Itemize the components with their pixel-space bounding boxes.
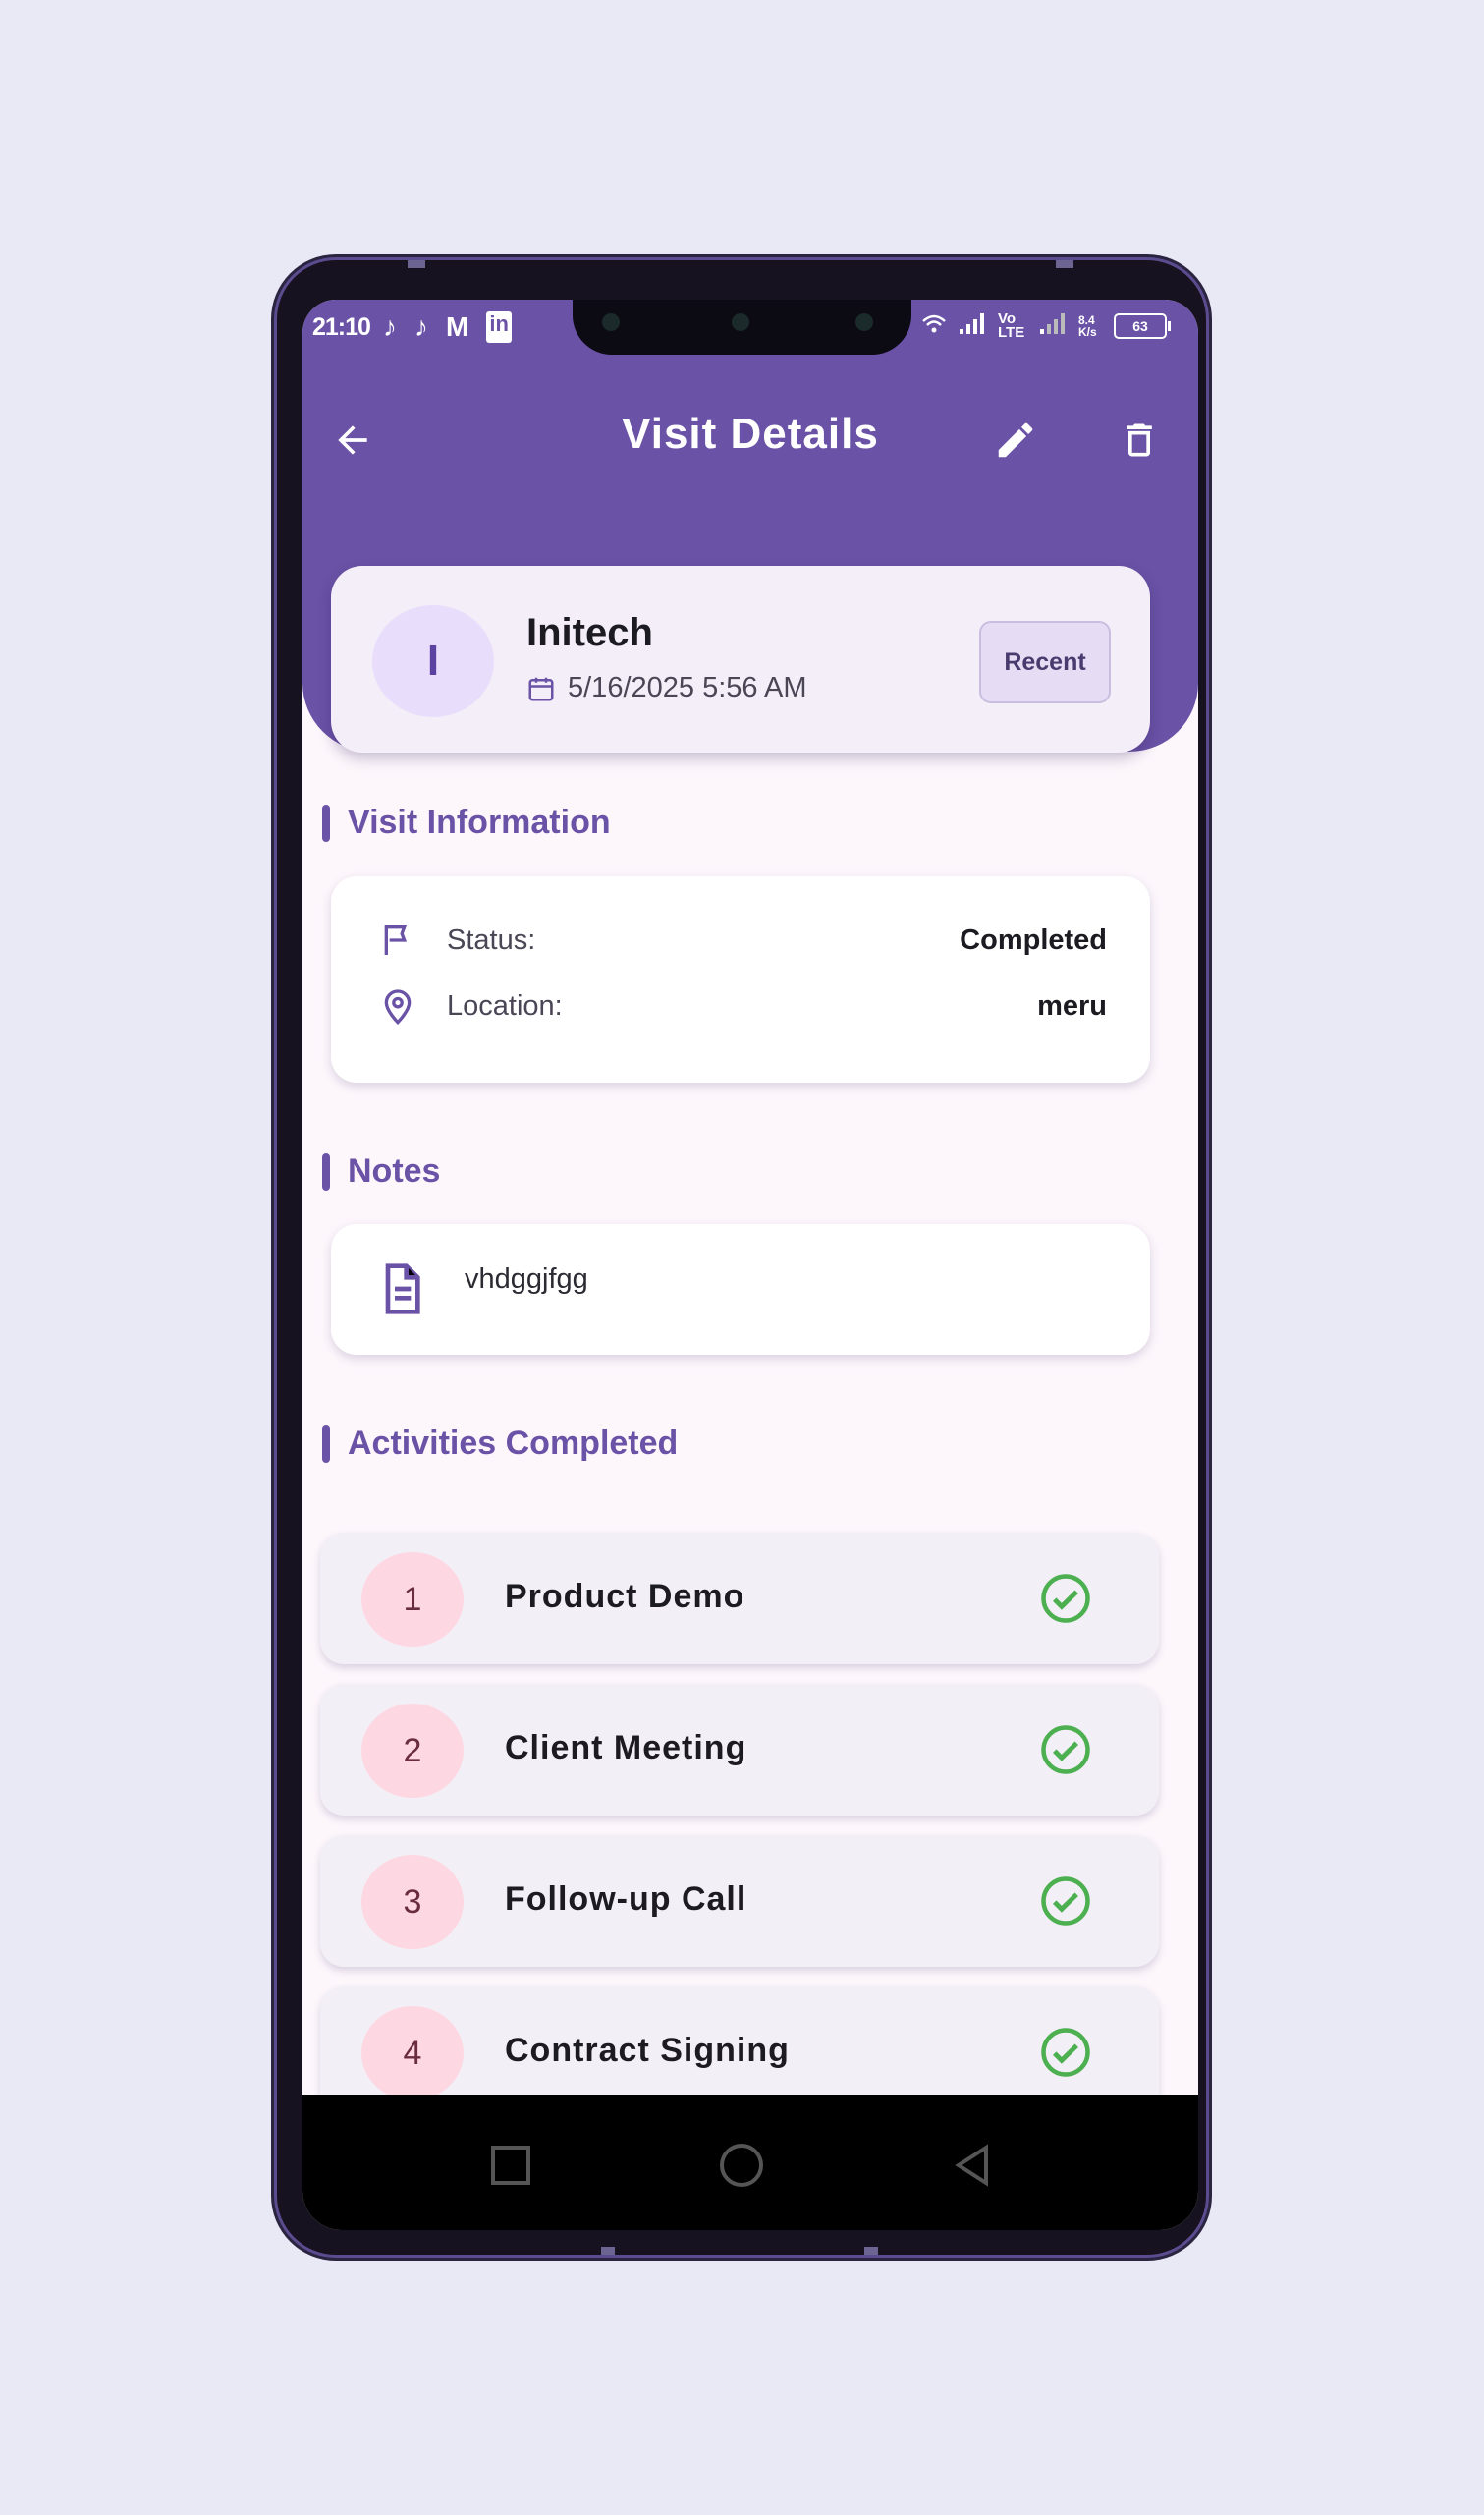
trash-icon [1127, 423, 1152, 457]
section-notes: Notes [322, 1152, 440, 1191]
visit-date-text: 5/16/2025 5:56 AM [568, 672, 807, 703]
activity-number: 2 [361, 1704, 464, 1798]
activity-number: 4 [361, 2006, 464, 2100]
location-value: meru [1037, 989, 1107, 1022]
activity-number: 1 [361, 1552, 464, 1647]
page-title: Visit Details [622, 410, 879, 458]
section-accent-bar [322, 1152, 330, 1191]
gmail-icon: M [446, 311, 469, 342]
delete-button[interactable] [1112, 413, 1167, 468]
phone-button [601, 2247, 615, 2255]
activity-label: Product Demo [505, 1578, 745, 1615]
battery-icon: 63 [1114, 313, 1171, 339]
section-title-text: Activities Completed [348, 1425, 679, 1462]
status-value: Completed [960, 923, 1107, 956]
circle-icon[interactable] [718, 2142, 765, 2189]
phone-button [408, 260, 425, 268]
triangle-back-icon[interactable] [949, 2142, 996, 2189]
check-circle-icon [1041, 1574, 1090, 1623]
location-pin-icon [384, 989, 412, 1026]
section-title-text: Visit Information [348, 804, 611, 841]
linkedin-icon: in [486, 311, 512, 343]
status-row: Status: Completed [378, 916, 1107, 965]
visit-info-card: Status: Completed Location: meru [331, 876, 1150, 1083]
visit-date: 5/16/2025 5:56 AM [526, 672, 806, 704]
section-accent-bar [322, 1425, 330, 1463]
system-navigation-bar [302, 2095, 1198, 2230]
section-activities: Activities Completed [322, 1425, 678, 1463]
wifi-icon [921, 311, 947, 341]
avatar: I [372, 605, 494, 717]
camera-icon [732, 313, 749, 331]
tiktok-icon: ♪ [383, 311, 397, 342]
activity-item[interactable]: 1 Product Demo [320, 1533, 1159, 1664]
sensor-icon [855, 313, 873, 331]
app-screen: 21:10 ♪ ♪ M in Vo LTE 8.4 K/s 63 Visit D… [302, 300, 1198, 2230]
flag-icon [384, 925, 408, 955]
tiktok-icon: ♪ [414, 311, 428, 342]
location-label: Location: [447, 989, 563, 1022]
app-bar: Visit Details [302, 388, 1198, 486]
check-circle-icon [1041, 2028, 1090, 2077]
phone-button [1056, 260, 1073, 268]
square-icon[interactable] [487, 2142, 534, 2189]
notes-text: vhdggjfgg [465, 1263, 588, 1295]
activity-label: Client Meeting [505, 1729, 747, 1766]
company-name: Initech [526, 611, 653, 654]
volte-icon: Vo LTE [998, 310, 1025, 341]
check-circle-icon [1041, 1876, 1090, 1926]
phone-button [864, 2247, 878, 2255]
section-title-text: Notes [348, 1152, 441, 1190]
location-row: Location: meru [378, 981, 1107, 1031]
sensor-icon [602, 313, 620, 331]
status-time: 21:10 [312, 313, 371, 341]
notes-card: vhdggjfgg [331, 1224, 1150, 1355]
activity-number: 3 [361, 1855, 464, 1949]
activity-item[interactable]: 2 Client Meeting [320, 1684, 1159, 1816]
edit-button[interactable] [988, 413, 1043, 468]
calendar-icon [528, 677, 554, 700]
data-speed-icon: 8.4 K/s [1078, 313, 1097, 339]
document-icon [385, 1263, 420, 1314]
pencil-icon [998, 422, 1033, 458]
status-label: Status: [447, 923, 536, 956]
company-card[interactable]: I Initech 5/16/2025 5:56 AM Recent [331, 566, 1150, 753]
check-circle-icon [1041, 1725, 1090, 1774]
status-badge: Recent [979, 621, 1111, 703]
signal-icon [1039, 311, 1067, 341]
activity-label: Contract Signing [505, 2032, 790, 2069]
section-visit-information: Visit Information [322, 804, 611, 842]
activity-label: Follow-up Call [505, 1880, 747, 1918]
section-accent-bar [322, 804, 330, 842]
signal-icon [959, 311, 986, 341]
activity-item[interactable]: 3 Follow-up Call [320, 1835, 1159, 1967]
camera-notch [573, 300, 911, 355]
